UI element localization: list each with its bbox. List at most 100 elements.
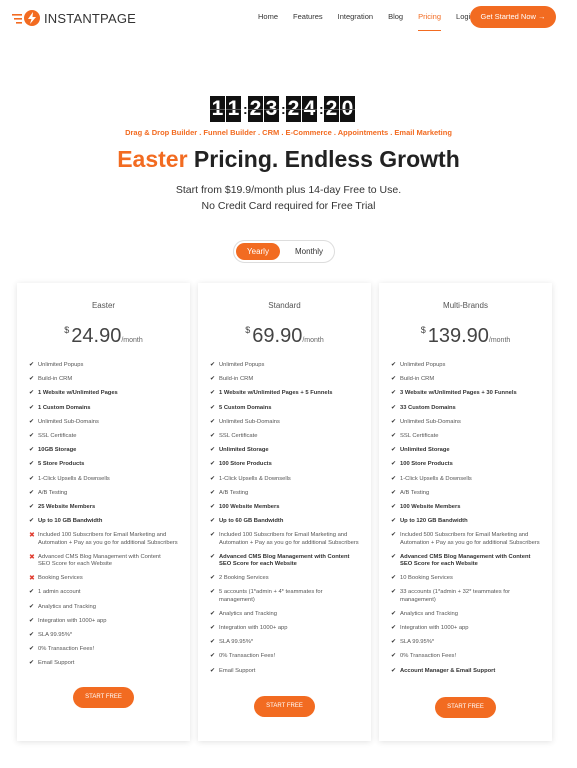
feature-item: Analytics and Tracking [391, 611, 544, 618]
toggle-monthly[interactable]: Monthly [286, 243, 332, 260]
feature-item: SSL Certificate [210, 433, 363, 440]
feature-item: 0% Transaction Fees! [29, 646, 182, 653]
plan-card-multi-brands: Multi-Brands $139.90/month Unlimited Pop… [379, 283, 552, 741]
feature-item: Unlimited Storage [391, 447, 544, 454]
countdown-digit: 1 [226, 96, 241, 122]
countdown-digit: 1 [210, 96, 225, 122]
logo-text: INSTANTPAGE [44, 10, 137, 26]
plan-name: Multi-Brands [443, 301, 488, 310]
feature-item: 100 Store Products [210, 461, 363, 468]
feature-item: Up to 120 GB Bandwidth [391, 518, 544, 525]
feature-item: Unlimited Sub-Domains [391, 419, 544, 426]
price-amount: 139.90 [427, 325, 489, 347]
feature-item: 5 Store Products [29, 461, 182, 468]
feature-item: Unlimited Popups [391, 362, 544, 369]
feature-item: SSL Certificate [391, 433, 544, 440]
feature-item: 33 accounts (1*admin + 32* teammates for… [391, 589, 544, 603]
feature-item: 10GB Storage [29, 447, 182, 454]
title-rest: Pricing. Endless Growth [187, 146, 460, 172]
nav-features[interactable]: Features [293, 12, 323, 21]
title-accent: Easter [117, 146, 188, 172]
countdown-digit: 4 [302, 96, 317, 122]
countdown-digit: 2 [286, 96, 301, 122]
countdown-digit: 0 [340, 96, 355, 122]
nav-blog[interactable]: Blog [388, 12, 403, 21]
feature-item: Unlimited Popups [210, 362, 363, 369]
feature-item: A/B Testing [391, 490, 544, 497]
feature-item: 3 Website w/Unlimited Pages + 30 Funnels [391, 390, 544, 397]
feature-item: Build-in CRM [391, 376, 544, 383]
feature-item: 100 Website Members [391, 504, 544, 511]
start-free-button[interactable]: START FREE [73, 687, 134, 708]
feature-item: 1 Website w/Unlimited Pages + 5 Funnels [210, 390, 363, 397]
countdown-digit: 3 [264, 96, 279, 122]
feature-item: Build-in CRM [29, 376, 182, 383]
feature-item: 25 Website Members [29, 504, 182, 511]
start-free-button[interactable]: START FREE [254, 696, 315, 717]
countdown-separator: : [281, 101, 286, 117]
countdown-digit: 2 [248, 96, 263, 122]
feature-item: Integration with 1000+ app [391, 625, 544, 632]
page-title: Easter Pricing. Endless Growth [0, 146, 577, 173]
feature-item: SLA 99.95%* [29, 632, 182, 639]
feature-item: Build-in CRM [210, 376, 363, 383]
subtitle-line-1: Start from $19.9/month plus 14-day Free … [175, 184, 402, 196]
lightning-logo-icon [12, 10, 40, 26]
nav-home[interactable]: Home [258, 12, 278, 21]
feature-item: 2 Booking Services [210, 575, 363, 582]
countdown-separator: : [243, 101, 248, 117]
start-free-button[interactable]: START FREE [435, 697, 496, 718]
price-currency: $ [245, 325, 251, 335]
get-started-button[interactable]: Get Started Now → [470, 6, 556, 28]
price-period: /month [302, 337, 324, 344]
feature-item: Email Support [29, 660, 182, 667]
countdown-digit: 2 [324, 96, 339, 122]
price-currency: $ [420, 325, 426, 335]
logo[interactable]: INSTANTPAGE [12, 9, 136, 27]
price-currency: $ [64, 325, 70, 335]
feature-item-excluded: Booking Services [29, 575, 182, 582]
feature-item: Included 100 Subscribers for Email Marke… [210, 532, 363, 546]
feature-item: Integration with 1000+ app [29, 618, 182, 625]
feature-list: Unlimited Popups Build-in CRM 1 Website w/… [210, 362, 363, 682]
plan-name: Standard [268, 301, 301, 310]
plan-price: $24.90/month [17, 325, 190, 348]
feature-item: 0% Transaction Fees! [210, 653, 363, 660]
billing-toggle: Yearly Monthly [233, 240, 335, 263]
feature-list: Unlimited Popups Build-in CRM 3 Website w/… [391, 362, 544, 682]
feature-item: 1 admin account [29, 589, 182, 596]
feature-item: 33 Custom Domains [391, 405, 544, 412]
feature-item: 100 Website Members [210, 504, 363, 511]
feature-item: SSL Certificate [29, 433, 182, 440]
feature-item: Advanced CMS Blog Management with Conten… [391, 554, 544, 568]
toggle-yearly[interactable]: Yearly [236, 243, 280, 260]
main-nav: Home Features Integration Blog Pricing L… [258, 12, 489, 31]
nav-pricing[interactable]: Pricing [418, 12, 441, 31]
price-amount: 69.90 [252, 325, 303, 347]
countdown-separator: : [319, 101, 324, 117]
plan-price: $139.90/month [379, 325, 552, 348]
site-header: INSTANTPAGE Home Features Integration Bl… [0, 0, 577, 36]
feature-item: Up to 10 GB Bandwidth [29, 518, 182, 525]
feature-item-excluded: Included 100 Subscribers for Email Marke… [29, 532, 182, 546]
feature-list: Unlimited Popups Build-in CRM 1 Website w/… [29, 362, 182, 675]
feature-item: Up to 60 GB Bandwidth [210, 518, 363, 525]
feature-item: Unlimited Sub-Domains [210, 419, 363, 426]
feature-item: A/B Testing [29, 490, 182, 497]
feature-item: Email Support [210, 668, 363, 675]
price-amount: 24.90 [71, 325, 122, 347]
feature-item: Unlimited Popups [29, 362, 182, 369]
plan-card-easter: Easter $24.90/month Unlimited Popups Buil… [17, 283, 190, 741]
feature-item: SLA 99.95%* [210, 639, 363, 646]
plan-price: $69.90/month [198, 325, 371, 348]
feature-item: Account Manager & Email Support [391, 668, 544, 675]
feature-item: Integration with 1000+ app [210, 625, 363, 632]
price-period: /month [488, 337, 511, 344]
feature-item-excluded: Advanced CMS Blog Management with Conten… [29, 554, 182, 568]
feature-item: Advanced CMS Blog Management with Conten… [210, 554, 363, 568]
feature-item: SLA 99.95%* [391, 639, 544, 646]
feature-item: 100 Store Products [391, 461, 544, 468]
nav-integration[interactable]: Integration [338, 12, 373, 21]
feature-tagline: Drag & Drop Builder . Funnel Builder . C… [125, 128, 452, 137]
feature-item: 1-Click Upsells & Downsells [391, 476, 544, 483]
